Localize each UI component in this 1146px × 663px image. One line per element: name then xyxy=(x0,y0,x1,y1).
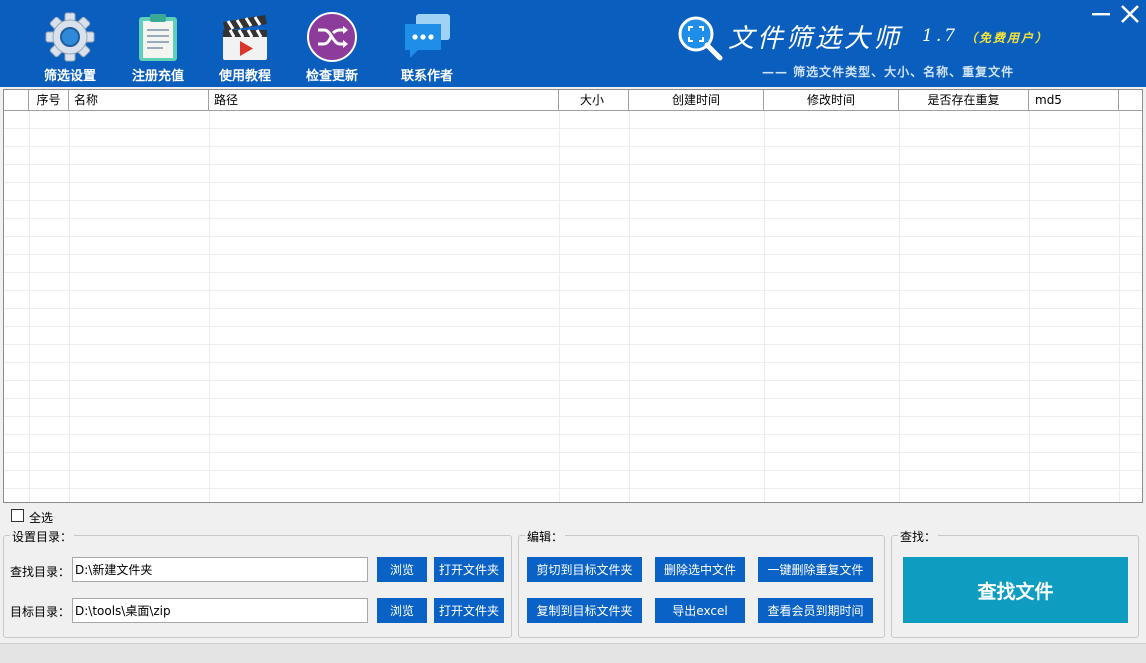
select-all-label: 全选 xyxy=(29,511,54,525)
magnifier-icon xyxy=(678,16,723,61)
delete-selected-button[interactable]: 删除选中文件 xyxy=(655,557,745,582)
column-divider xyxy=(209,111,210,502)
delete-duplicates-button[interactable]: 一键删除重复文件 xyxy=(758,557,873,582)
column-header-duplicate[interactable]: 是否存在重复 xyxy=(899,90,1029,110)
open-search-folder-button[interactable]: 打开文件夹 xyxy=(434,557,504,582)
browse-search-button[interactable]: 浏览 xyxy=(377,557,427,582)
app-title: 文件筛选大师 xyxy=(728,24,903,54)
open-target-folder-button[interactable]: 打开文件夹 xyxy=(434,598,504,623)
check-update-label: 检查更新 xyxy=(305,69,358,84)
check-update-button[interactable]: 检查更新 xyxy=(289,8,375,84)
column-header-path[interactable]: 路径 xyxy=(209,90,559,110)
directory-panel-title: 设置目录： xyxy=(10,528,75,545)
close-icon[interactable] xyxy=(1117,2,1143,26)
shuffle-icon xyxy=(307,12,357,62)
column-header-index[interactable]: 序号 xyxy=(29,90,69,110)
search-panel-title: 查找： xyxy=(898,528,939,545)
register-recharge-button[interactable]: 注册充值 xyxy=(115,8,201,84)
chat-bubble-icon xyxy=(405,14,450,58)
cut-to-target-button[interactable]: 剪切到目标文件夹 xyxy=(527,557,642,582)
column-header-modified[interactable]: 修改时间 xyxy=(764,90,899,110)
app-edition: （免费用户） xyxy=(965,31,1050,45)
column-divider xyxy=(899,111,900,502)
app-window: 筛选设置 注册充值 使用教程 检查更新 联系作者 文件筛选大师 1.7 （免费用… xyxy=(0,0,1146,663)
status-bar xyxy=(0,643,1146,663)
header-bar: 筛选设置 注册充值 使用教程 检查更新 联系作者 文件筛选大师 1.7 （免费用… xyxy=(0,0,1146,87)
column-divider xyxy=(559,111,560,502)
column-divider xyxy=(629,111,630,502)
column-header-md5[interactable]: md5 xyxy=(1029,90,1119,110)
gear-icon xyxy=(45,12,95,62)
notepad-icon xyxy=(139,14,177,61)
row-header-corner xyxy=(4,90,29,110)
target-dir-input[interactable] xyxy=(72,598,368,623)
contact-author-button[interactable]: 联系作者 xyxy=(384,8,470,84)
app-slogan: —— 筛选文件类型、大小、名称、重复文件 xyxy=(762,65,1015,79)
column-header-size[interactable]: 大小 xyxy=(559,90,629,110)
check-membership-button[interactable]: 查看会员到期时间 xyxy=(758,598,873,623)
clapperboard-icon xyxy=(223,15,267,60)
table-header: 序号 名称 路径 大小 创建时间 修改时间 是否存在重复 md5 xyxy=(4,90,1142,111)
register-recharge-label: 注册充值 xyxy=(131,69,184,84)
tutorial-button[interactable]: 使用教程 xyxy=(202,8,288,84)
minimize-icon[interactable] xyxy=(1088,2,1114,26)
tutorial-label: 使用教程 xyxy=(218,69,271,84)
contact-author-label: 联系作者 xyxy=(400,69,453,84)
find-files-button[interactable]: 查找文件 xyxy=(903,557,1128,623)
copy-to-target-button[interactable]: 复制到目标文件夹 xyxy=(527,598,642,623)
target-dir-label: 目标目录： xyxy=(10,605,71,619)
column-divider xyxy=(69,111,70,502)
column-header-name[interactable]: 名称 xyxy=(69,90,209,110)
browse-target-button[interactable]: 浏览 xyxy=(377,598,427,623)
file-table[interactable]: 序号 名称 路径 大小 创建时间 修改时间 是否存在重复 md5 xyxy=(3,89,1143,503)
edit-panel-title: 编辑： xyxy=(525,528,566,545)
filter-settings-button[interactable]: 筛选设置 xyxy=(27,8,113,84)
table-body[interactable] xyxy=(4,111,1142,502)
column-divider xyxy=(1029,111,1030,502)
column-header-created[interactable]: 创建时间 xyxy=(629,90,764,110)
column-divider xyxy=(1119,111,1120,502)
column-divider xyxy=(764,111,765,502)
filter-settings-label: 筛选设置 xyxy=(43,69,96,84)
search-dir-label: 查找目录： xyxy=(10,565,71,579)
checkbox-box[interactable] xyxy=(11,509,24,522)
app-version: 1.7 xyxy=(922,26,959,46)
column-divider xyxy=(29,111,30,502)
search-dir-input[interactable] xyxy=(72,557,368,582)
export-excel-button[interactable]: 导出excel xyxy=(655,598,745,623)
